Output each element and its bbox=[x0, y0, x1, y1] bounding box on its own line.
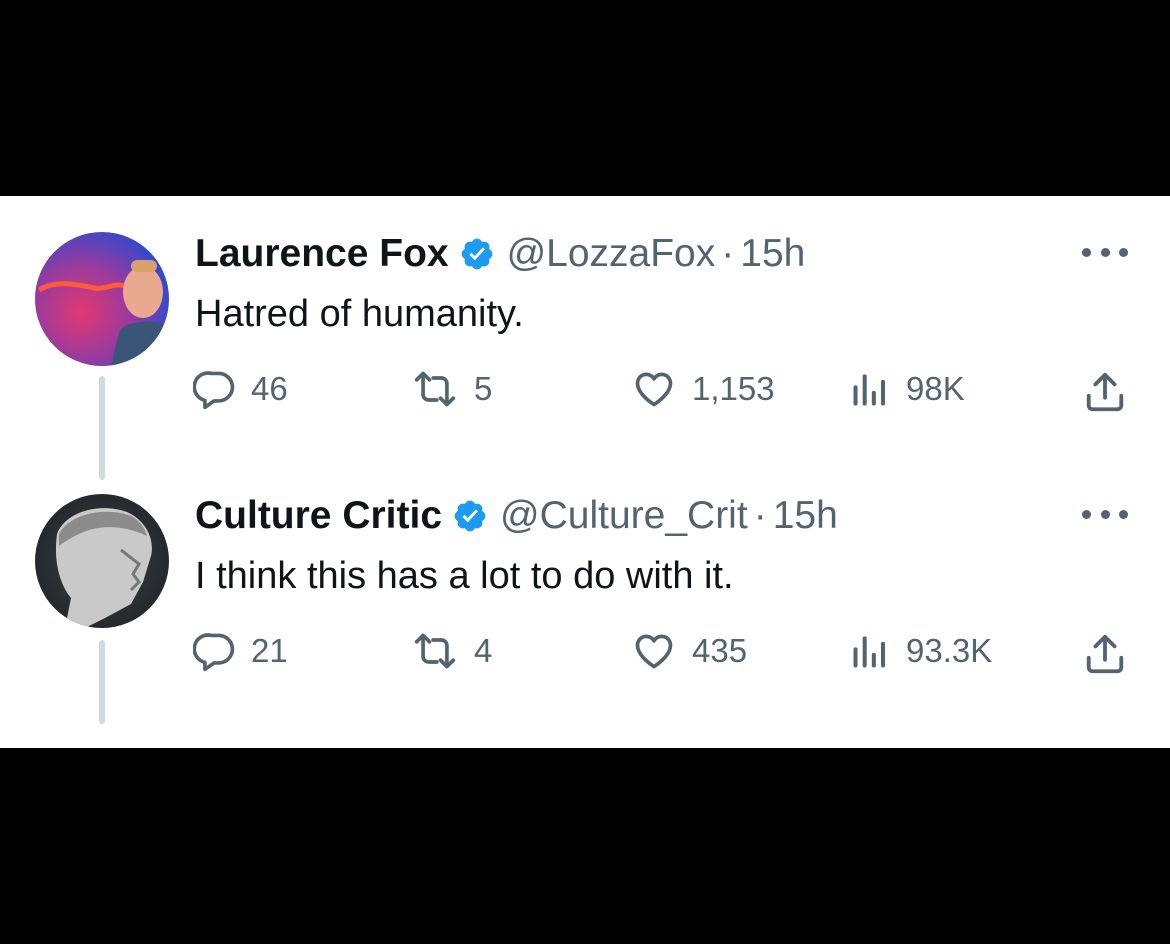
reply-button[interactable]: 46 bbox=[193, 367, 288, 411]
author-handle[interactable]: @LozzaFox bbox=[507, 231, 716, 277]
separator: · bbox=[753, 494, 767, 537]
thread-line bbox=[99, 376, 105, 480]
retweet-icon bbox=[410, 367, 460, 411]
avatar[interactable] bbox=[35, 232, 169, 366]
heart-icon bbox=[630, 629, 678, 673]
views-count: 98K bbox=[906, 370, 965, 407]
reply-icon bbox=[193, 629, 237, 673]
avatar[interactable] bbox=[35, 494, 169, 628]
author-name[interactable]: Laurence Fox bbox=[195, 231, 449, 277]
views-chart-icon bbox=[848, 629, 892, 673]
thread-line bbox=[99, 640, 105, 724]
like-count: 435 bbox=[692, 632, 748, 669]
reply-button[interactable]: 21 bbox=[193, 629, 288, 673]
avatar-image bbox=[35, 232, 169, 366]
tweet-text: Hatred of humanity. bbox=[195, 293, 524, 335]
share-button[interactable] bbox=[1082, 631, 1128, 677]
tweet-text: I think this has a lot to do with it. bbox=[195, 555, 734, 597]
avatar-image bbox=[35, 494, 169, 628]
author-handle[interactable]: @Culture_Crit bbox=[500, 493, 748, 539]
views-chart-icon bbox=[848, 367, 892, 411]
verified-badge-icon bbox=[459, 236, 495, 272]
views-button[interactable]: 98K bbox=[848, 367, 965, 411]
separator: · bbox=[721, 232, 735, 275]
share-icon bbox=[1082, 631, 1128, 677]
share-icon bbox=[1082, 369, 1128, 415]
like-button[interactable]: 435 bbox=[630, 629, 747, 673]
heart-icon bbox=[630, 367, 678, 411]
like-button[interactable]: 1,153 bbox=[630, 367, 775, 411]
more-dots-icon[interactable] bbox=[1082, 237, 1128, 267]
tweet-thread-panel: Laurence Fox @LozzaFox · 15h Hatred of h… bbox=[0, 196, 1170, 748]
tweet-header: Culture Critic @Culture_Crit · 15h bbox=[195, 493, 838, 539]
retweet-button[interactable]: 5 bbox=[410, 367, 492, 411]
views-count: 93.3K bbox=[906, 632, 993, 669]
reply-icon bbox=[193, 367, 237, 411]
retweet-button[interactable]: 4 bbox=[410, 629, 492, 673]
author-name[interactable]: Culture Critic bbox=[195, 493, 442, 539]
like-count: 1,153 bbox=[692, 370, 775, 407]
reply-count: 21 bbox=[251, 632, 288, 669]
share-button[interactable] bbox=[1082, 369, 1128, 415]
retweet-count: 4 bbox=[474, 632, 493, 669]
retweet-icon bbox=[410, 629, 460, 673]
verified-badge-icon bbox=[452, 498, 488, 534]
reply-count: 46 bbox=[251, 370, 288, 407]
tweet-header: Laurence Fox @LozzaFox · 15h bbox=[195, 231, 805, 277]
timestamp[interactable]: 15h bbox=[773, 493, 838, 539]
retweet-count: 5 bbox=[474, 370, 493, 407]
views-button[interactable]: 93.3K bbox=[848, 629, 992, 673]
more-dots-icon[interactable] bbox=[1082, 499, 1128, 529]
timestamp[interactable]: 15h bbox=[740, 231, 805, 277]
